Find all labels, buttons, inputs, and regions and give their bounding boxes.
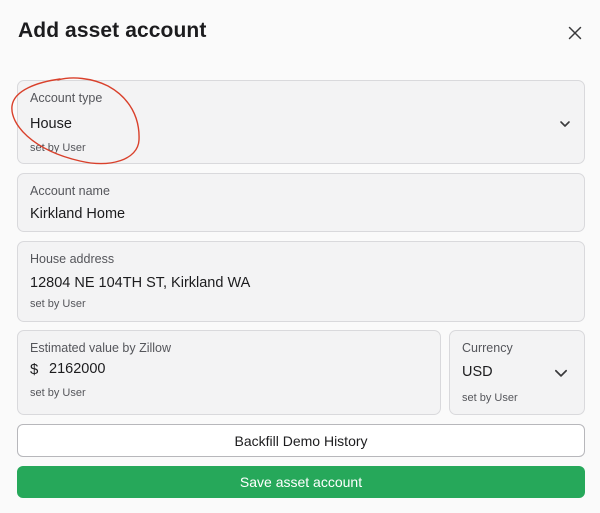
currency-select[interactable]: Currency USD set by User — [449, 330, 585, 415]
save-asset-account-button[interactable]: Save asset account — [17, 466, 585, 498]
chevron-down-icon — [560, 121, 570, 127]
house-address-note: set by User — [30, 298, 86, 310]
account-type-select[interactable]: Account type House set by User — [17, 80, 585, 164]
house-address-value: 12804 NE 104TH ST, Kirkland WA — [30, 275, 251, 291]
account-type-label: Account type — [30, 91, 103, 105]
estimated-value-note: set by User — [30, 387, 86, 399]
currency-symbol: $ — [30, 361, 39, 378]
account-type-note: set by User — [30, 142, 86, 154]
close-icon — [568, 26, 582, 40]
currency-value: USD — [462, 364, 493, 380]
account-name-field[interactable]: Account name Kirkland Home — [17, 173, 585, 232]
estimated-value-label: Estimated value by Zillow — [30, 341, 172, 355]
account-name-label: Account name — [30, 184, 110, 198]
currency-note: set by User — [462, 392, 518, 404]
backfill-demo-history-button[interactable]: Backfill Demo History — [17, 424, 585, 457]
chevron-down-icon — [555, 369, 567, 377]
add-asset-account-dialog: Add asset account Account type House set… — [0, 0, 600, 513]
house-address-field[interactable]: House address 12804 NE 104TH ST, Kirklan… — [17, 241, 585, 322]
close-button[interactable] — [564, 22, 586, 44]
currency-label: Currency — [462, 341, 513, 355]
account-name-value: Kirkland Home — [30, 206, 126, 222]
dialog-title: Add asset account — [18, 19, 207, 42]
estimated-value-field[interactable]: Estimated value by Zillow $ 2162000 set … — [17, 330, 441, 415]
account-type-value: House — [30, 116, 72, 132]
house-address-label: House address — [30, 252, 115, 266]
estimated-value-value: 2162000 — [49, 361, 106, 377]
